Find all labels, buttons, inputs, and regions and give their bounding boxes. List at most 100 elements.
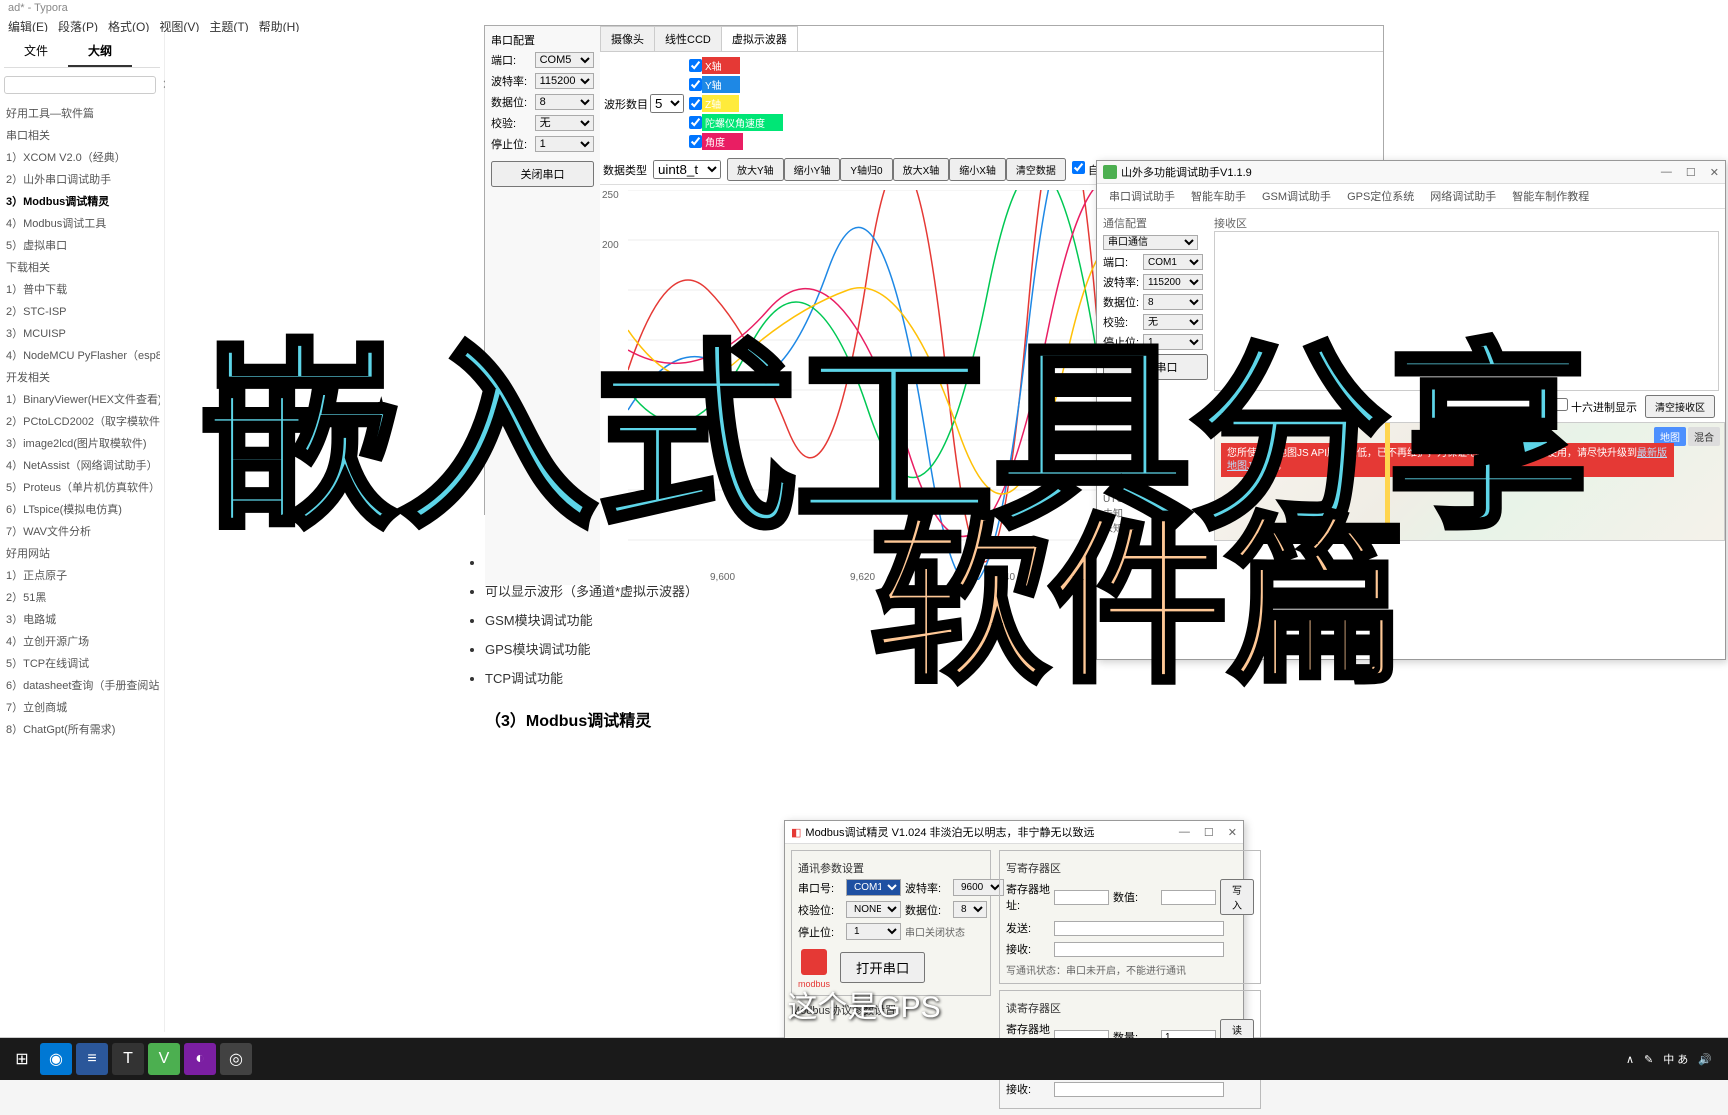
datatype-select[interactable]: uint8_t bbox=[653, 160, 721, 179]
outline-item[interactable]: 4）NodeMCU PyFlasher（esp8266下载器/配合arduino… bbox=[4, 344, 160, 366]
tab-scope[interactable]: 虚拟示波器 bbox=[721, 26, 798, 51]
outline-item[interactable]: 8）ChatGpt(所有需求) bbox=[4, 718, 160, 740]
outline-item[interactable]: 1）BinaryViewer(HEX文件查看) bbox=[4, 388, 160, 410]
outline-item[interactable]: 下载相关 bbox=[4, 256, 160, 278]
modbus-logo-icon bbox=[801, 949, 827, 975]
tab-outline[interactable]: 大纲 bbox=[68, 36, 132, 67]
outline-item[interactable]: 2）STC-ISP bbox=[4, 300, 160, 322]
sidebar: 文件 大纲 ✕ 好用工具—软件篇串口相关1）XCOM V2.0（经典）2）山外串… bbox=[0, 32, 165, 1032]
gps-tab-network[interactable]: 网络调试助手 bbox=[1422, 186, 1504, 206]
outline-item[interactable]: 4）立创开源广场 bbox=[4, 630, 160, 652]
mix-mode-button[interactable]: 混合 bbox=[1688, 427, 1720, 446]
taskbar-app-2[interactable]: ≡ bbox=[76, 1043, 108, 1075]
gps-tab-gsm[interactable]: GSM调试助手 bbox=[1254, 186, 1339, 206]
taskbar-app-6[interactable]: ◎ bbox=[220, 1043, 252, 1075]
taskbar[interactable]: ⊞ ◉ ≡ T V ◐ ◎ ∧✎中 あ🔊 bbox=[0, 1038, 1728, 1080]
outline-item[interactable]: 好用工具—软件篇 bbox=[4, 102, 160, 124]
outline-item[interactable]: 5）虚拟串口 bbox=[4, 234, 160, 256]
close-icon[interactable]: ✕ bbox=[1228, 826, 1237, 839]
mb-send[interactable] bbox=[1054, 921, 1224, 936]
overlay-title-2: 软件篇 bbox=[870, 456, 1404, 717]
mb-write-addr[interactable] bbox=[1054, 890, 1109, 905]
app-icon bbox=[1103, 165, 1117, 179]
gps-tab-serial[interactable]: 串口调试助手 bbox=[1101, 186, 1183, 206]
mb-write-val[interactable] bbox=[1161, 890, 1216, 905]
app-title: ad* - Typora bbox=[0, 0, 1728, 16]
subtitle-text: 这个是GPS bbox=[787, 982, 940, 1026]
outline-item[interactable]: 6）datasheet查询（手册查阅站） bbox=[4, 674, 160, 696]
outline-item[interactable]: 3）Modbus调试精灵 bbox=[4, 190, 160, 212]
outline-item[interactable]: 3）电路城 bbox=[4, 608, 160, 630]
outline-item[interactable]: 7）WAV文件分析 bbox=[4, 520, 160, 542]
close-icon[interactable]: ✕ bbox=[1710, 166, 1719, 179]
scope-button[interactable]: 清空数据 bbox=[1006, 158, 1066, 181]
mb-data-select[interactable]: 8 bbox=[953, 901, 987, 918]
taskbar-app-4[interactable]: V bbox=[148, 1043, 180, 1075]
system-tray[interactable]: ∧✎中 あ🔊 bbox=[1626, 1051, 1722, 1067]
scope-button[interactable]: 缩小Y轴 bbox=[784, 158, 841, 181]
mb-port-select[interactable]: COM1 bbox=[846, 879, 901, 896]
outline-item[interactable]: 3）MCUISP bbox=[4, 322, 160, 344]
channel-toggle[interactable]: 角度 bbox=[686, 132, 786, 151]
taskbar-app-5[interactable]: ◐ bbox=[184, 1043, 216, 1075]
mb-baud-select[interactable]: 9600 bbox=[953, 879, 1004, 896]
mb-open-button[interactable]: 打开串口 bbox=[840, 952, 925, 983]
parity-select[interactable]: 无 bbox=[535, 115, 594, 131]
outline-item[interactable]: 6）LTspice(模拟电仿真) bbox=[4, 498, 160, 520]
search-input[interactable] bbox=[4, 76, 156, 94]
mb-check-select[interactable]: NONE bbox=[846, 901, 901, 918]
outline-item[interactable]: 好用网站 bbox=[4, 542, 160, 564]
mb-recv[interactable] bbox=[1054, 942, 1224, 957]
scope-button[interactable]: 放大X轴 bbox=[893, 158, 950, 181]
tab-ccd[interactable]: 线性CCD bbox=[654, 26, 722, 51]
outline-item[interactable]: 1）正点原子 bbox=[4, 564, 160, 586]
start-button[interactable]: ⊞ bbox=[6, 1043, 38, 1075]
outline-item[interactable]: 3）image2lcd(图片取模软件) bbox=[4, 432, 160, 454]
outline-item[interactable]: 5）TCP在线调试 bbox=[4, 652, 160, 674]
outline-item[interactable]: 2）PCtoLCD2002（取字模软件） bbox=[4, 410, 160, 432]
taskbar-app-1[interactable]: ◉ bbox=[40, 1043, 72, 1075]
autotrack-checkbox bbox=[1072, 161, 1085, 174]
gps-conn-select[interactable]: 串口通信 bbox=[1103, 235, 1198, 250]
outline-item[interactable]: 2）山外串口调试助手 bbox=[4, 168, 160, 190]
outline-item[interactable]: 串口相关 bbox=[4, 124, 160, 146]
tab-camera[interactable]: 摄像头 bbox=[600, 26, 655, 51]
gps-tab-gps[interactable]: GPS定位系统 bbox=[1339, 186, 1422, 206]
scope-button[interactable]: 放大Y轴 bbox=[727, 158, 784, 181]
channel-toggle[interactable]: X轴 bbox=[686, 56, 786, 75]
outline-item[interactable]: 7）立创商城 bbox=[4, 696, 160, 718]
stopbits-select[interactable]: 1 bbox=[535, 136, 594, 152]
outline-item[interactable]: 4）Modbus调试工具 bbox=[4, 212, 160, 234]
gps-tab-smartcar[interactable]: 智能车助手 bbox=[1183, 186, 1254, 206]
channel-toggle[interactable]: Z轴 bbox=[686, 94, 786, 113]
channel-toggle[interactable]: Y轴 bbox=[686, 75, 786, 94]
outline-item[interactable]: 4）NetAssist（网络调试助手） bbox=[4, 454, 160, 476]
minimize-icon[interactable]: — bbox=[1179, 826, 1190, 839]
scope-button[interactable]: 缩小X轴 bbox=[949, 158, 1006, 181]
databits-select[interactable]: 8 bbox=[535, 94, 594, 110]
minimize-icon[interactable]: — bbox=[1661, 166, 1672, 179]
serial-config-label: 串口配置 bbox=[491, 32, 594, 48]
tab-files[interactable]: 文件 bbox=[4, 36, 68, 67]
maximize-icon[interactable]: ☐ bbox=[1204, 826, 1214, 839]
gps-tab-tutorial[interactable]: 智能车制作教程 bbox=[1504, 186, 1597, 206]
close-port-button[interactable]: 关闭串口 bbox=[491, 161, 594, 187]
taskbar-app-3[interactable]: T bbox=[112, 1043, 144, 1075]
outline-item[interactable]: 开发相关 bbox=[4, 366, 160, 388]
channel-toggle[interactable]: 陀螺仪角速度 bbox=[686, 113, 786, 132]
modbus-icon: ◧ bbox=[791, 826, 801, 839]
gps-port-select[interactable]: COM1 bbox=[1143, 254, 1203, 270]
outline-item[interactable]: 5）Proteus（单片机仿真软件） bbox=[4, 476, 160, 498]
port-select[interactable]: COM5 bbox=[535, 52, 594, 68]
scope-button[interactable]: Y轴归0 bbox=[840, 158, 892, 181]
clear-recv-button[interactable]: 清空接收区 bbox=[1645, 395, 1715, 418]
outline-item[interactable]: 1）XCOM V2.0（经典） bbox=[4, 146, 160, 168]
mb-stop-select[interactable]: 1 bbox=[846, 923, 901, 940]
mb-read-recv[interactable] bbox=[1054, 1082, 1224, 1097]
wave-num-select[interactable]: 5 bbox=[650, 94, 684, 113]
outline-item[interactable]: 2）51黑 bbox=[4, 586, 160, 608]
mb-write-button[interactable]: 写入 bbox=[1220, 879, 1254, 915]
outline-item[interactable]: 1）普中下载 bbox=[4, 278, 160, 300]
baud-select[interactable]: 115200 bbox=[535, 73, 594, 89]
maximize-icon[interactable]: ☐ bbox=[1686, 166, 1696, 179]
